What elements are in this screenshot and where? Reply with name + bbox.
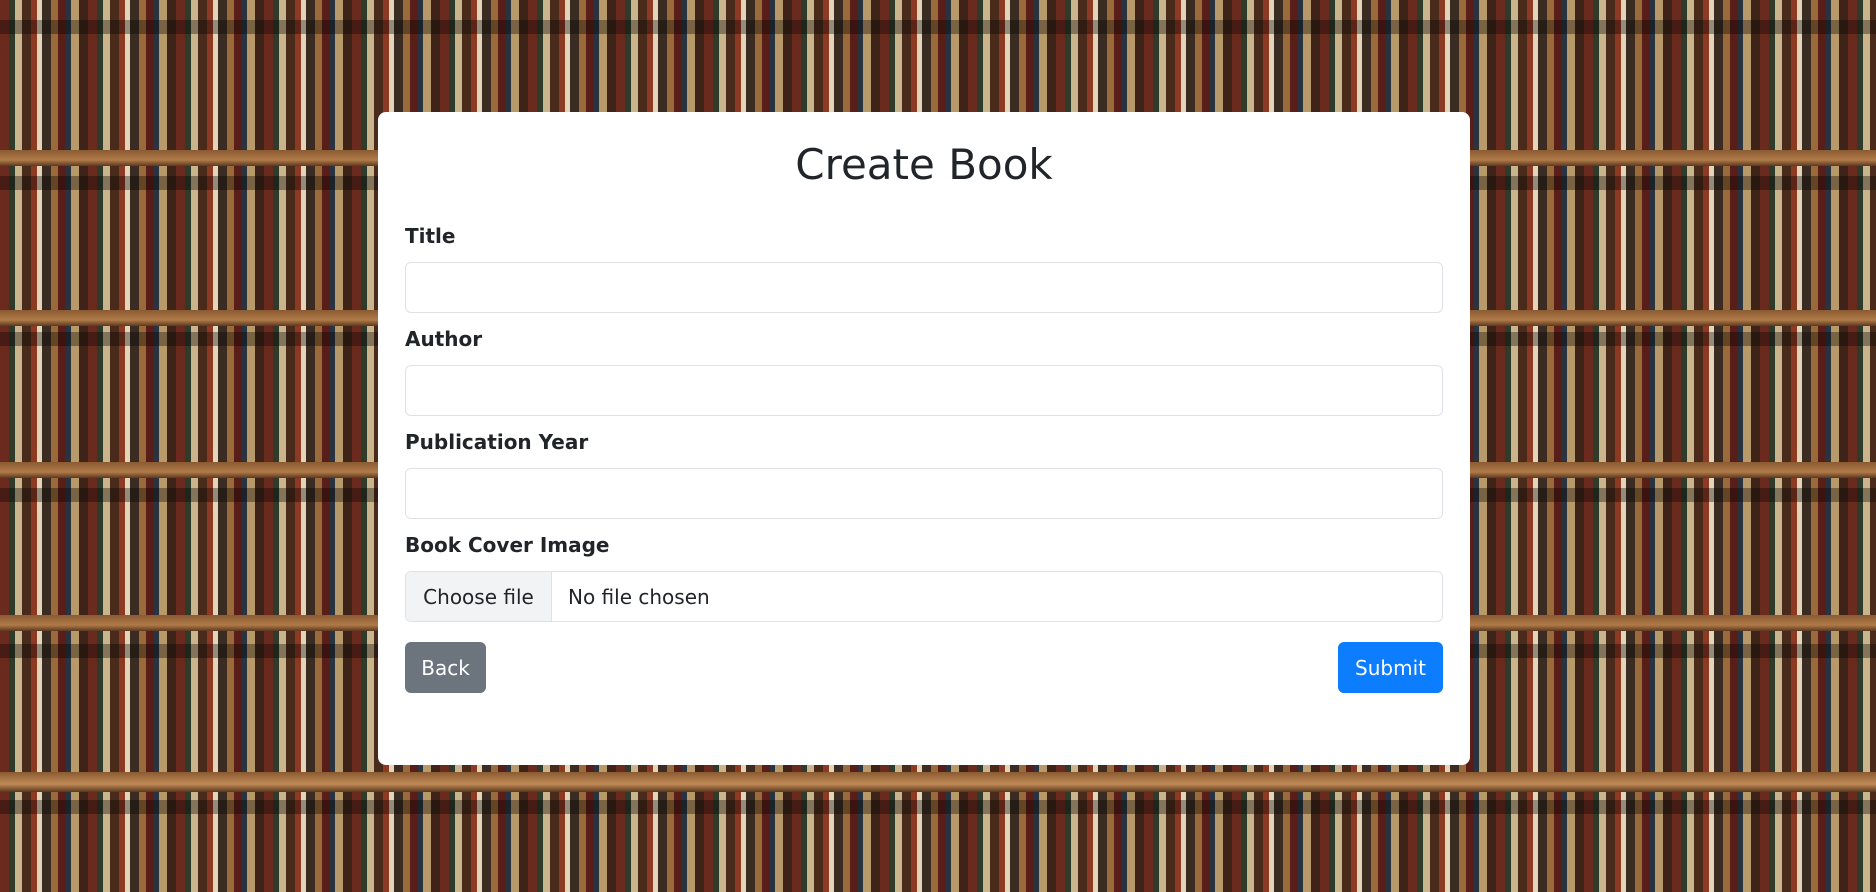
title-label: Title bbox=[405, 224, 456, 248]
submit-button[interactable]: Submit bbox=[1338, 642, 1443, 693]
page-title: Create Book bbox=[795, 140, 1053, 189]
publication-year-label: Publication Year bbox=[405, 430, 589, 454]
create-book-card: Create Book Title Author Publication Yea… bbox=[378, 112, 1470, 765]
form-actions: Back Submit bbox=[405, 642, 1443, 693]
cover-image-label: Book Cover Image bbox=[405, 533, 610, 557]
file-status-text: No file chosen bbox=[568, 584, 710, 609]
author-label: Author bbox=[405, 327, 483, 351]
back-button[interactable]: Back bbox=[405, 642, 486, 693]
author-input[interactable] bbox=[405, 365, 1443, 416]
cover-image-file-input[interactable]: Choose file No file chosen bbox=[405, 571, 1443, 622]
publication-year-input[interactable] bbox=[405, 468, 1443, 519]
choose-file-button[interactable]: Choose file bbox=[406, 572, 552, 621]
title-input[interactable] bbox=[405, 262, 1443, 313]
